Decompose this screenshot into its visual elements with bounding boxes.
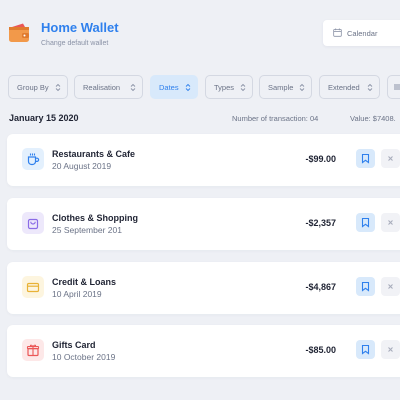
wallet-icon[interactable] xyxy=(8,22,30,44)
transaction-name: Clothes & Shopping xyxy=(52,213,138,223)
transaction-amount: -$2,357 xyxy=(305,218,336,228)
calendar-icon xyxy=(333,28,342,37)
transaction-amount: -$4,867 xyxy=(305,282,336,292)
shopping-bag-icon xyxy=(22,212,44,234)
bookmark-button[interactable] xyxy=(356,149,375,168)
transaction-amount: -$85.00 xyxy=(305,345,336,355)
sort-icon xyxy=(367,83,373,92)
filter-extended[interactable]: Extended xyxy=(319,75,380,99)
filter-sample[interactable]: Sample xyxy=(259,75,312,99)
coffee-icon xyxy=(22,148,44,170)
filter-label: Group By xyxy=(17,82,49,92)
menu-icon xyxy=(394,84,400,90)
transaction-card[interactable]: Restaurants & Cafe 20 August 2019 -$99.0… xyxy=(7,134,400,186)
filter-types[interactable]: Types xyxy=(205,75,253,99)
sort-icon xyxy=(130,83,136,92)
section-date: January 15 2020 xyxy=(9,113,79,123)
transaction-name: Credit & Loans xyxy=(52,277,117,287)
close-icon xyxy=(388,284,393,289)
close-icon xyxy=(388,347,393,352)
filter-label: Types xyxy=(214,82,235,92)
bookmark-icon xyxy=(361,153,370,164)
filter-label: Dates xyxy=(159,82,179,92)
bookmark-icon xyxy=(361,344,370,355)
sort-icon xyxy=(55,83,61,92)
transaction-count: Number of transaction: 04 xyxy=(232,114,319,123)
filter-label: Realisation xyxy=(83,82,121,92)
transaction-card[interactable]: Clothes & Shopping 25 September 201 -$2,… xyxy=(7,198,400,250)
wallet-title[interactable]: Home Wallet xyxy=(41,20,119,35)
filter-label: Sample xyxy=(268,82,294,92)
transaction-amount: -$99.00 xyxy=(305,154,336,164)
transaction-card[interactable]: Credit & Loans 10 April 2019 -$4,867 xyxy=(7,262,400,314)
bookmark-button[interactable] xyxy=(356,213,375,232)
remove-button[interactable] xyxy=(381,213,400,232)
calendar-label: Calendar xyxy=(347,29,378,38)
credit-card-icon xyxy=(22,276,44,298)
transaction-date: 10 April 2019 xyxy=(52,289,102,299)
transaction-name: Gifts Card xyxy=(52,340,96,350)
remove-button[interactable] xyxy=(381,277,400,296)
sort-icon xyxy=(185,83,191,92)
transaction-card[interactable]: Gifts Card 10 October 2019 -$85.00 xyxy=(7,325,400,377)
transaction-name: Restaurants & Cafe xyxy=(52,149,136,159)
filter-group-by[interactable]: Group By xyxy=(8,75,68,99)
gift-icon xyxy=(22,339,44,361)
filter-dates[interactable]: Dates xyxy=(150,75,198,99)
remove-button[interactable] xyxy=(381,149,400,168)
close-icon xyxy=(388,220,393,225)
bookmark-icon xyxy=(361,281,370,292)
bookmark-button[interactable] xyxy=(356,340,375,359)
remove-button[interactable] xyxy=(381,340,400,359)
filter-bar: Group By Realisation Dates Types Sample … xyxy=(0,75,400,99)
filter-realisation[interactable]: Realisation xyxy=(74,75,143,99)
close-icon xyxy=(388,156,393,161)
transaction-value: Value: $7408. xyxy=(350,114,396,123)
filter-more[interactable] xyxy=(387,75,400,99)
calendar-button[interactable]: Calendar xyxy=(323,20,400,46)
bookmark-icon xyxy=(361,217,370,228)
sort-icon xyxy=(240,83,246,92)
transaction-date: 25 September 201 xyxy=(52,225,122,235)
transaction-date: 10 October 2019 xyxy=(52,352,116,362)
sort-icon xyxy=(299,83,305,92)
header: Home Wallet Change default wallet Calend… xyxy=(0,0,400,60)
change-wallet-link[interactable]: Change default wallet xyxy=(41,40,108,47)
transaction-date: 20 August 2019 xyxy=(52,161,112,171)
bookmark-button[interactable] xyxy=(356,277,375,296)
filter-label: Extended xyxy=(328,82,360,92)
